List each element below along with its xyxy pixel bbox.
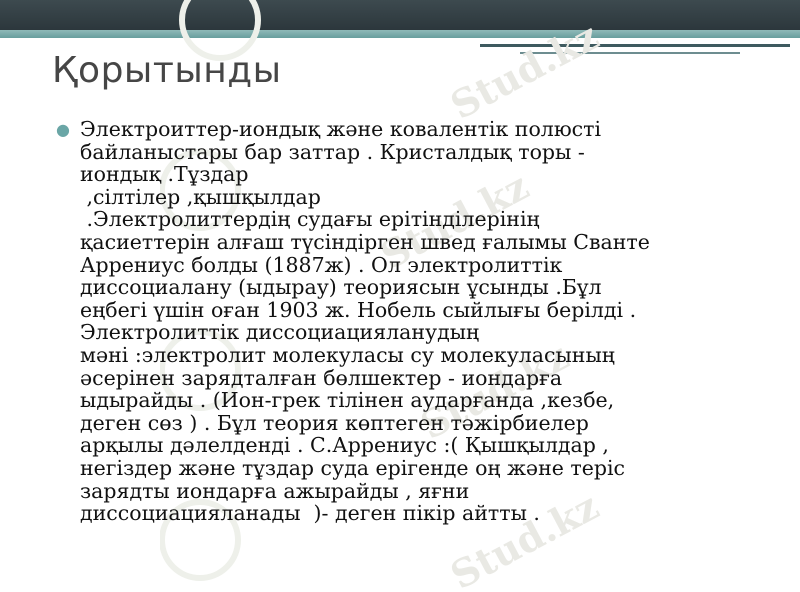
decor-right-strip — [472, 38, 800, 60]
text-line: .Электролиттердің судағы ерітінділерінің — [80, 207, 540, 232]
slide-body: ● Электроиттер-иондық және ковалентік по… — [56, 118, 746, 525]
text-line: қасиеттерін алғаш түсіндірген швед ғалым… — [80, 229, 650, 254]
text-line: ,сілтілер ,қышқылдар — [80, 184, 321, 209]
bullet-item: ● Электроиттер-иондық және ковалентік по… — [56, 118, 746, 525]
text-line: еңбегі үшін оған 1903 ж. Нобель сыйлығы … — [80, 297, 637, 322]
text-line: арқылы дәлелденді . С.Аррениус :( Қышқыл… — [80, 433, 609, 458]
bullet-dot-icon: ● — [56, 120, 70, 139]
text-line: деген сөз ) . Бұл теория көптеген тәжірб… — [80, 410, 589, 435]
text-line: диссоциалану (ыдырау) теориясын ұсынды .… — [80, 275, 602, 300]
text-line: байланыстары бар заттар . Кристалдық тор… — [80, 139, 585, 164]
text-line: әсерінен зарядталған бөлшектер - иондарғ… — [80, 365, 563, 390]
text-line: диссоциацияланады )- деген пікір айтты . — [80, 501, 540, 526]
text-line: Аррениус болды (1887ж) . Ол электролитті… — [80, 252, 563, 277]
text-line: иондық .Тұздар — [80, 162, 249, 187]
top-decor-bar — [0, 0, 800, 30]
body-paragraph: Электроиттер-иондық және ковалентік полю… — [80, 118, 650, 525]
text-line: мәні :электролит молекуласы су молекулас… — [80, 342, 615, 367]
text-line: зарядты иондарға ажырайды , яғни — [80, 478, 470, 503]
text-line: Электролиттік диссоциацияланудың — [80, 320, 480, 345]
text-line: негіздер және тұздар суда ерігенде оң жә… — [80, 455, 626, 480]
text-line: Электроиттер-иондық және ковалентік полю… — [80, 117, 602, 141]
decor-line — [480, 44, 790, 47]
decor-line — [520, 52, 740, 54]
slide-title: Қорытынды — [52, 50, 282, 91]
text-line: ыдырайды . (Ион-грек тілінен аударғанда … — [80, 388, 615, 413]
